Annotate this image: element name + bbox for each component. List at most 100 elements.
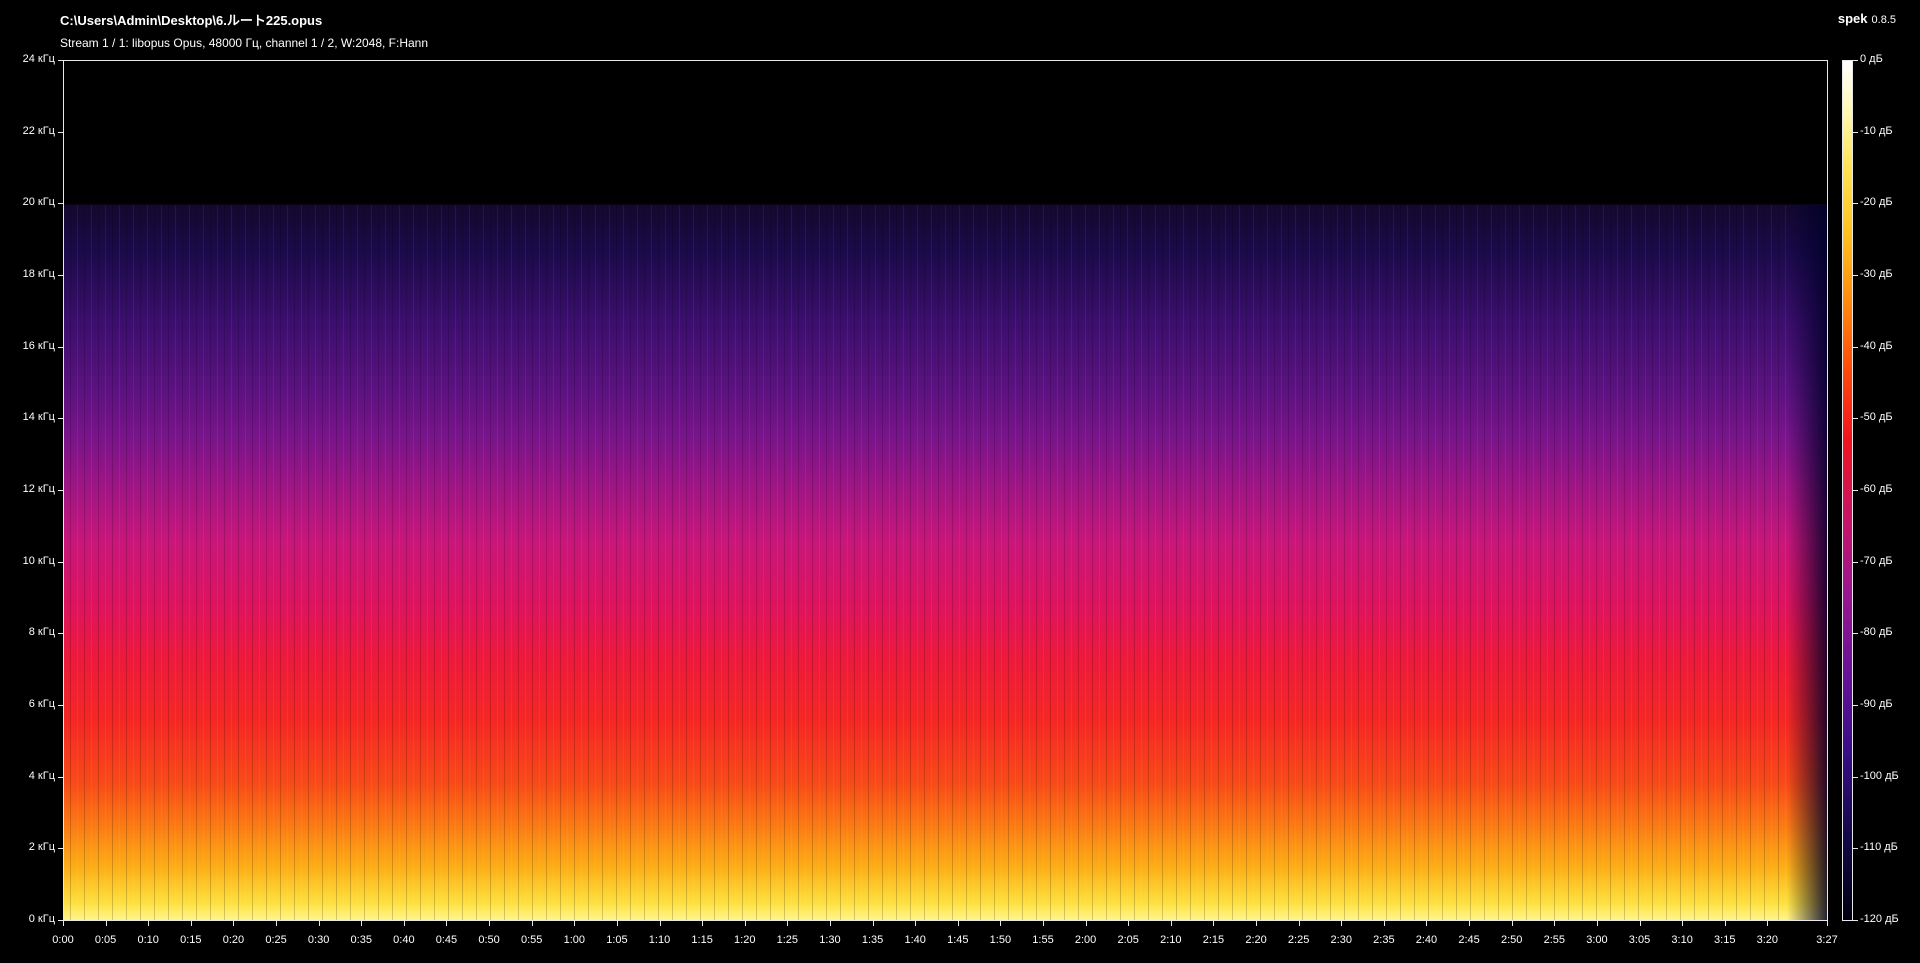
x-tick bbox=[361, 921, 363, 926]
x-tick-label: 3:00 bbox=[1586, 934, 1608, 946]
spectrogram-tail bbox=[1787, 205, 1827, 920]
x-tick-label: 2:15 bbox=[1202, 934, 1225, 946]
db-tick bbox=[1853, 920, 1858, 921]
x-tick-label: 0:10 bbox=[137, 934, 159, 946]
x-tick bbox=[1213, 921, 1215, 926]
x-tick bbox=[1256, 921, 1258, 926]
x-tick-label: 1:45 bbox=[947, 934, 969, 946]
x-tick-label: 0:25 bbox=[265, 934, 287, 946]
db-tick bbox=[1853, 633, 1858, 635]
x-tick bbox=[446, 921, 448, 926]
db-tick bbox=[1853, 418, 1858, 420]
x-tick-label: 0:20 bbox=[222, 934, 245, 946]
x-tick bbox=[489, 921, 491, 926]
x-tick bbox=[1724, 921, 1726, 926]
x-tick-label: 0:35 bbox=[350, 934, 372, 946]
db-colorbar bbox=[1842, 60, 1853, 921]
db-tick bbox=[1853, 848, 1858, 850]
x-tick bbox=[63, 921, 64, 926]
x-tick bbox=[1639, 921, 1641, 926]
db-tick-label: -60 дБ bbox=[1860, 483, 1893, 495]
x-tick-label: 3:27 bbox=[1816, 934, 1838, 946]
db-tick bbox=[1853, 60, 1858, 61]
x-tick-label: 0:50 bbox=[478, 934, 500, 946]
x-tick-label: 0:30 bbox=[307, 934, 330, 946]
y-tick-label: 14 кГц bbox=[22, 411, 55, 424]
x-tick-label: 1:55 bbox=[1032, 934, 1054, 946]
y-tick-label: 24 кГц bbox=[22, 53, 55, 65]
x-tick bbox=[1128, 921, 1130, 926]
x-tick bbox=[702, 921, 704, 926]
x-tick bbox=[276, 921, 278, 926]
db-tick-label: -10 дБ bbox=[1860, 124, 1893, 137]
db-tick-label: 0 дБ bbox=[1860, 53, 1883, 65]
y-tick-label: 2 кГц bbox=[28, 841, 55, 854]
x-tick bbox=[1000, 921, 1002, 926]
x-tick-label: 1:35 bbox=[861, 934, 884, 946]
db-tick-label: -80 дБ bbox=[1860, 626, 1893, 639]
y-tick bbox=[58, 848, 63, 850]
x-tick-label: 3:20 bbox=[1756, 934, 1779, 946]
x-tick-label: 0:45 bbox=[435, 934, 458, 946]
y-tick-label: 20 кГц bbox=[22, 196, 55, 209]
y-tick bbox=[58, 131, 63, 133]
x-tick bbox=[1511, 921, 1513, 926]
x-tick-label: 1:05 bbox=[606, 934, 628, 946]
file-path-title: C:\Users\Admin\Desktop\6.ルート225.opus bbox=[60, 13, 323, 28]
db-tick-label: -110 дБ bbox=[1860, 841, 1898, 854]
app-version: 0.8.5 bbox=[1871, 14, 1896, 26]
db-tick-label: -100 дБ bbox=[1860, 769, 1899, 782]
y-tick-label: 18 кГц bbox=[22, 268, 55, 280]
x-tick bbox=[403, 921, 405, 926]
x-tick bbox=[105, 921, 107, 926]
y-tick-label: 0 кГц bbox=[28, 913, 55, 925]
y-tick bbox=[58, 275, 63, 276]
x-tick bbox=[1596, 921, 1598, 926]
app-brand: spek 0.8.5 bbox=[1838, 11, 1896, 26]
x-tick-label: 1:40 bbox=[904, 934, 926, 946]
x-tick-label: 2:50 bbox=[1500, 934, 1523, 946]
db-tick-label: -70 дБ bbox=[1860, 554, 1893, 567]
db-tick-label: -50 дБ bbox=[1860, 411, 1893, 424]
db-tick bbox=[1853, 705, 1858, 706]
y-tick bbox=[58, 418, 63, 420]
x-tick-label: 2:05 bbox=[1117, 934, 1139, 946]
x-tick bbox=[531, 921, 533, 926]
db-tick bbox=[1853, 346, 1858, 348]
x-tick bbox=[574, 921, 576, 926]
y-tick-label: 16 кГц bbox=[22, 339, 55, 352]
x-tick bbox=[1767, 921, 1769, 926]
x-tick bbox=[1383, 921, 1385, 926]
db-tick bbox=[1853, 561, 1858, 563]
x-tick bbox=[872, 921, 874, 926]
spectrogram-texture bbox=[64, 205, 1787, 920]
x-tick-label: 2:40 bbox=[1415, 934, 1438, 946]
y-tick-label: 12 кГц bbox=[22, 483, 55, 495]
x-tick-label: 1:30 bbox=[819, 934, 841, 946]
x-tick-label: 1:50 bbox=[989, 934, 1012, 946]
spectrogram[interactable] bbox=[63, 60, 1828, 921]
x-tick bbox=[787, 921, 789, 926]
x-tick-label: 0:05 bbox=[94, 934, 117, 946]
x-tick bbox=[659, 921, 661, 926]
x-tick-label: 0:15 bbox=[180, 934, 202, 946]
x-tick-label: 2:55 bbox=[1543, 934, 1566, 946]
x-tick bbox=[915, 921, 917, 926]
x-tick-label: 2:10 bbox=[1160, 934, 1182, 946]
y-tick-label: 4 кГц bbox=[28, 769, 55, 782]
stream-info: Stream 1 / 1: libopus Opus, 48000 Гц, ch… bbox=[60, 36, 429, 50]
x-tick-label: 2:00 bbox=[1074, 934, 1097, 946]
x-tick bbox=[1469, 921, 1471, 926]
x-tick bbox=[616, 921, 618, 926]
x-tick-label: 1:00 bbox=[563, 934, 586, 946]
db-tick bbox=[1853, 131, 1858, 133]
x-tick-label: 1:25 bbox=[776, 934, 799, 946]
x-tick-label: 3:05 bbox=[1628, 934, 1651, 946]
y-tick bbox=[58, 490, 63, 491]
x-tick bbox=[233, 921, 235, 926]
x-tick bbox=[1341, 921, 1343, 926]
y-tick-label: 22 кГц bbox=[22, 124, 55, 137]
db-tick-label: -40 дБ bbox=[1860, 339, 1893, 352]
x-tick-label: 2:35 bbox=[1373, 934, 1395, 946]
y-tick-label: 10 кГц bbox=[22, 554, 55, 567]
